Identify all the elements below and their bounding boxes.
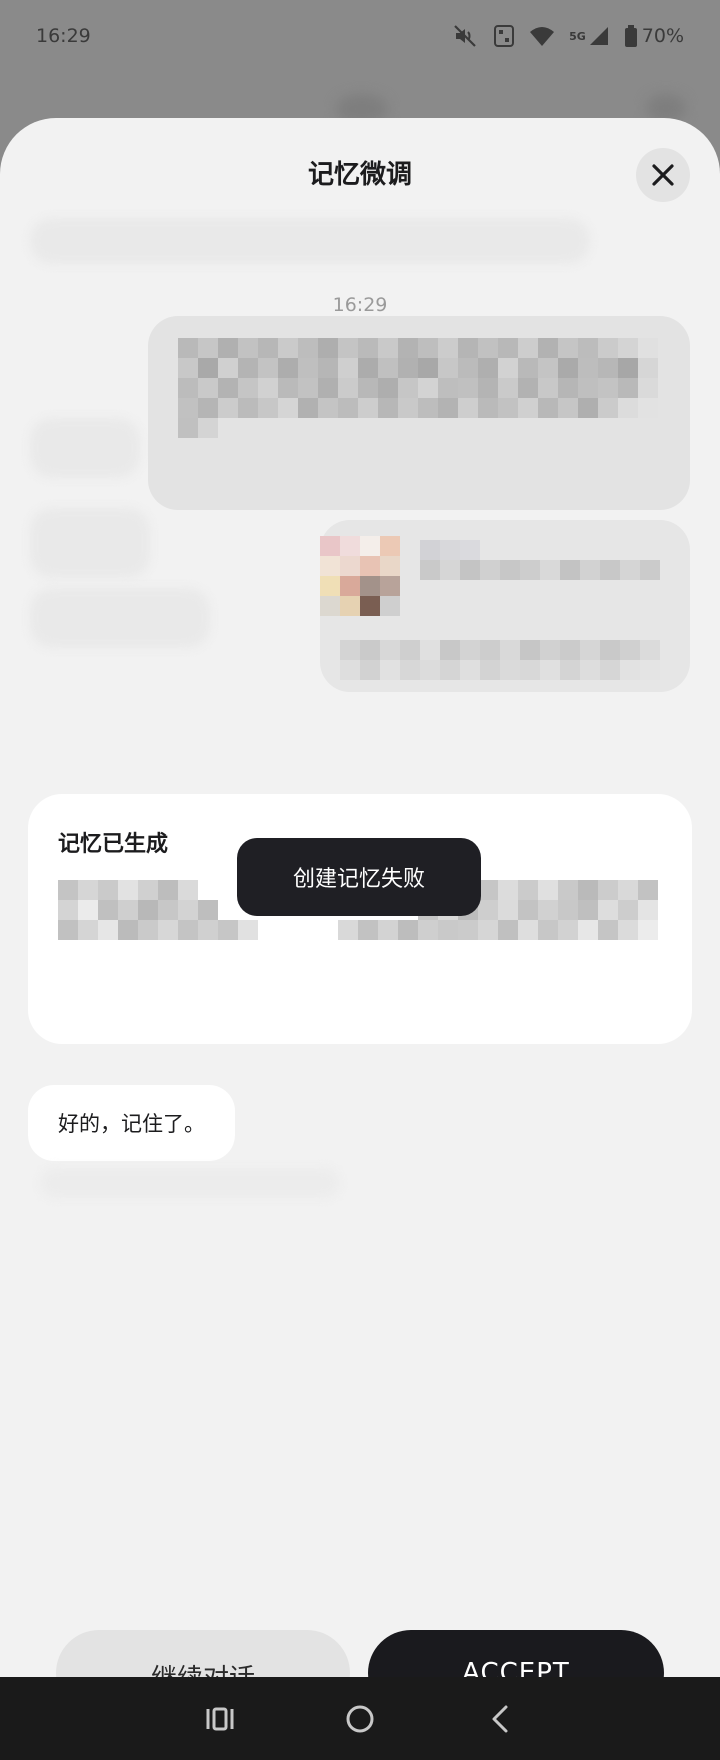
user-image-bubble: [320, 520, 690, 692]
blurred-row: [30, 218, 590, 264]
chat-timestamp: 16:29: [332, 294, 388, 316]
status-icons: 5G 70%: [453, 24, 684, 48]
close-icon: [652, 164, 674, 186]
home-button[interactable]: [330, 1694, 390, 1744]
memory-generated-card[interactable]: 记忆已生成: [28, 794, 692, 1044]
pixelated-text: [178, 338, 658, 438]
blurred-row: [30, 418, 140, 478]
pixelated-text: [340, 640, 660, 680]
blurred-row: [30, 508, 150, 578]
nfc-icon: [494, 25, 515, 47]
pixelated-image: [320, 536, 400, 616]
wifi-icon: [530, 27, 555, 46]
blurred-row: [40, 1168, 340, 1198]
pixelated-text: [420, 540, 660, 580]
system-nav-bar: [0, 1677, 720, 1760]
status-time: 16:29: [36, 25, 91, 47]
back-button[interactable]: [470, 1694, 530, 1744]
blurred-row: [30, 588, 210, 648]
assistant-reply-bubble: 好的，记住了。: [28, 1085, 235, 1161]
status-bar: 16:29 5G 70%: [0, 0, 720, 72]
signal-group: 5G: [569, 25, 610, 47]
mute-icon: [454, 25, 476, 47]
close-button[interactable]: [636, 148, 690, 202]
battery-percent: 70%: [641, 25, 684, 47]
recents-icon: [206, 1707, 234, 1730]
home-icon: [346, 1705, 374, 1732]
recents-button[interactable]: [190, 1694, 250, 1744]
sheet-title: 记忆微调: [307, 160, 412, 190]
user-message-bubble: [148, 316, 690, 510]
back-icon: [492, 1705, 508, 1732]
network-label: 5G: [569, 29, 586, 43]
memory-tuning-sheet: 记忆微调 16:29 记忆已生成 好的，记住了。: [0, 118, 720, 1760]
error-toast: 创建记忆失败: [237, 838, 481, 916]
battery-indicator: 70%: [624, 25, 684, 47]
signal-icon: [589, 27, 608, 45]
memory-card-title: 记忆已生成: [58, 832, 169, 857]
error-toast-text: 创建记忆失败: [292, 867, 425, 892]
battery-icon: [624, 25, 637, 47]
assistant-reply-text: 好的，记住了。: [58, 1112, 205, 1136]
